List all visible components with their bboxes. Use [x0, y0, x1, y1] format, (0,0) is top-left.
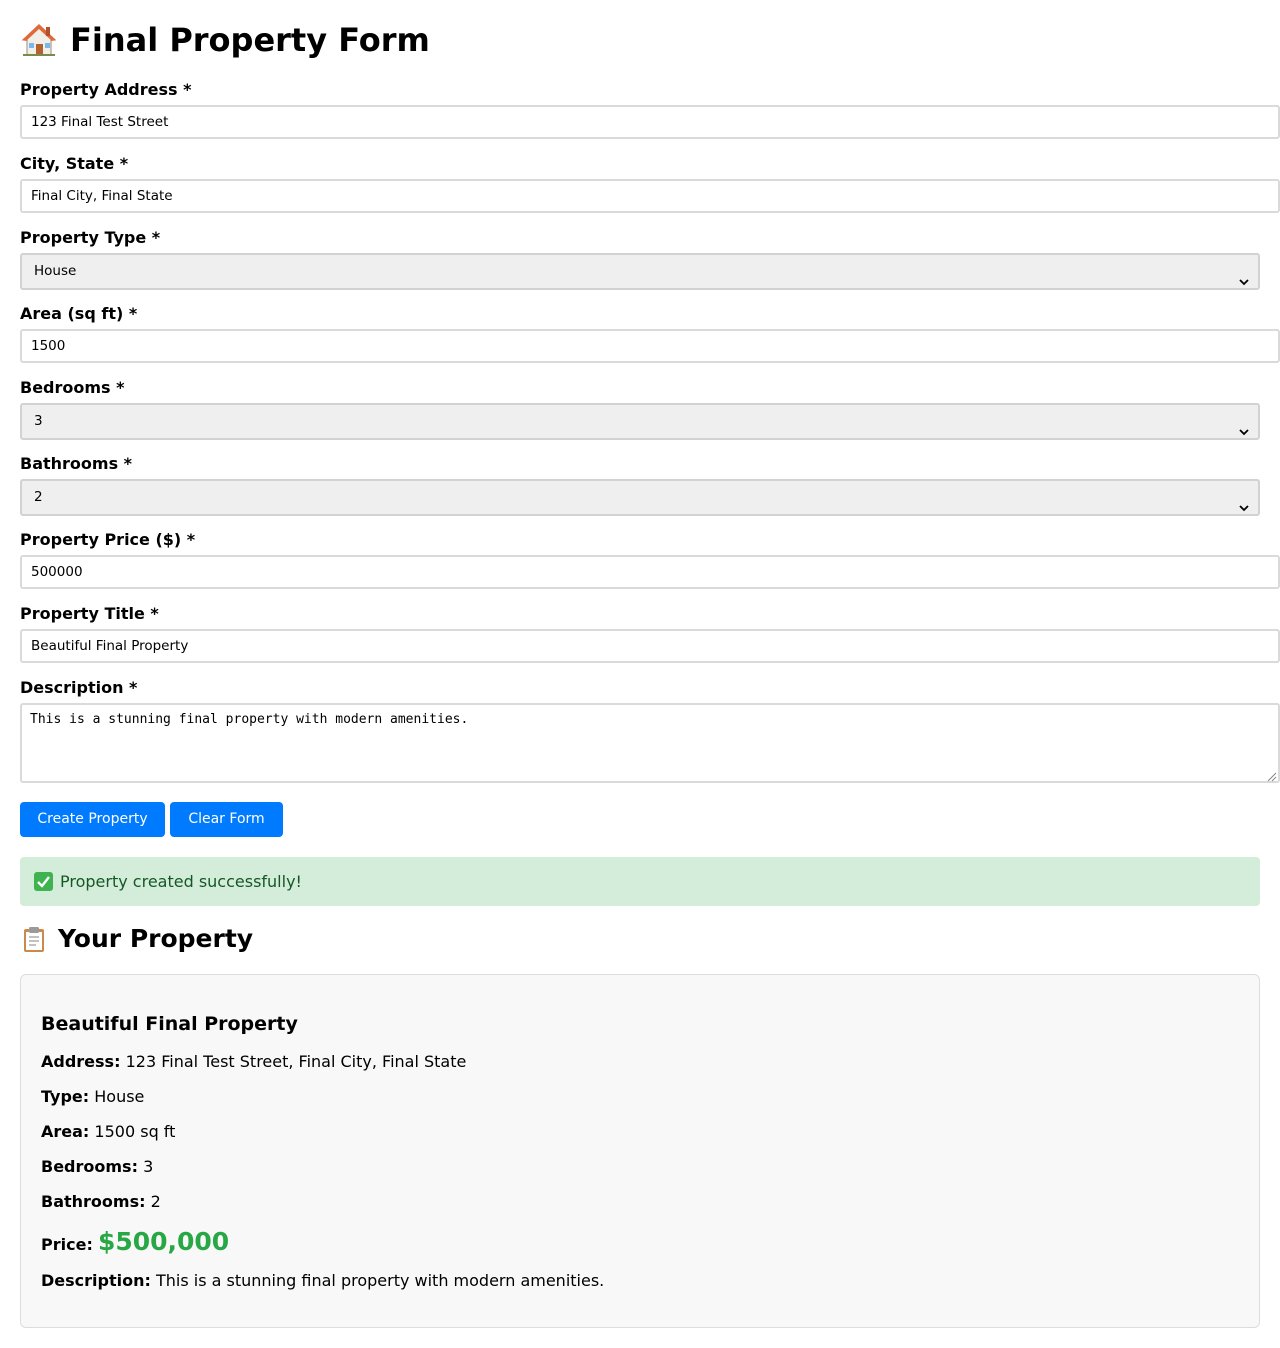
city-state-input[interactable]: Final City, Final State: [20, 179, 1280, 213]
description-field-value: This is a stunning final property with m…: [155, 1271, 605, 1290]
result-heading: Your Property: [20, 922, 253, 956]
bathrooms-select[interactable]: 2: [20, 479, 1260, 516]
property-type-line: Type: House: [41, 1086, 144, 1108]
bathrooms-value: 2: [34, 489, 43, 505]
property-address-line: Address: 123 Final Test Street, Final Ci…: [41, 1051, 466, 1073]
chevron-down-icon: [1239, 493, 1249, 512]
property-type-select[interactable]: House: [20, 253, 1260, 290]
success-message: Property created successfully!: [60, 872, 302, 891]
bathrooms-field-value: 2: [150, 1192, 161, 1211]
price-field-label: Price:: [41, 1235, 93, 1254]
property-bathrooms-line: Bathrooms: 2: [41, 1191, 161, 1213]
check-icon: [34, 872, 53, 891]
page-title-text: Final Property Form: [70, 21, 430, 59]
description-field-label: Description:: [41, 1271, 151, 1290]
area-label: Area (sq ft) *: [20, 304, 138, 323]
address-field-value: 123 Final Test Street, Final City, Final…: [125, 1052, 467, 1071]
address-label: Property Address *: [20, 80, 192, 99]
city-state-label: City, State *: [20, 154, 129, 173]
property-type-value: House: [34, 263, 77, 279]
property-card: Beautiful Final Property Address: 123 Fi…: [20, 974, 1260, 1328]
description-text: This is a stunning final property with m…: [30, 712, 469, 727]
bathrooms-label: Bathrooms *: [20, 454, 133, 473]
type-field-value: House: [94, 1087, 145, 1106]
bedrooms-field-label: Bedrooms:: [41, 1157, 138, 1176]
area-input[interactable]: 1500: [20, 329, 1280, 363]
description-label: Description *: [20, 678, 138, 697]
bedrooms-label: Bedrooms *: [20, 378, 125, 397]
price-input[interactable]: 500000: [20, 555, 1280, 589]
property-area-line: Area: 1500 sq ft: [41, 1121, 175, 1143]
clipboard-icon: [20, 925, 48, 953]
bedrooms-select[interactable]: 3: [20, 403, 1260, 440]
property-bedrooms-line: Bedrooms: 3: [41, 1156, 153, 1178]
bedrooms-value: 3: [34, 413, 43, 429]
price-label: Property Price ($) *: [20, 530, 196, 549]
clear-form-button[interactable]: Clear Form: [170, 802, 283, 837]
property-type-label: Property Type *: [20, 228, 161, 247]
create-property-button[interactable]: Create Property: [20, 802, 165, 837]
area-field-label: Area:: [41, 1122, 90, 1141]
address-input[interactable]: 123 Final Test Street: [20, 105, 1280, 139]
property-title-input[interactable]: Beautiful Final Property: [20, 629, 1280, 663]
area-field-value: 1500 sq ft: [94, 1122, 176, 1141]
type-field-label: Type:: [41, 1087, 90, 1106]
bathrooms-field-label: Bathrooms:: [41, 1192, 146, 1211]
page-title: Final Property Form: [20, 18, 430, 62]
property-card-title: Beautiful Final Property: [41, 1013, 298, 1035]
address-field-label: Address:: [41, 1052, 121, 1071]
house-icon: [20, 21, 58, 59]
property-description-line: Description: This is a stunning final pr…: [41, 1270, 604, 1292]
bedrooms-field-value: 3: [143, 1157, 154, 1176]
success-alert: Property created successfully!: [20, 857, 1260, 906]
property-price-line: Price: $500,000: [41, 1225, 229, 1262]
description-textarea[interactable]: This is a stunning final property with m…: [20, 703, 1280, 783]
resize-grip-icon[interactable]: [1267, 770, 1277, 782]
result-heading-text: Your Property: [58, 924, 254, 953]
chevron-down-icon: [1239, 267, 1249, 286]
property-title-label: Property Title *: [20, 604, 159, 623]
chevron-down-icon: [1239, 417, 1249, 436]
price-field-value: $500,000: [97, 1227, 230, 1256]
